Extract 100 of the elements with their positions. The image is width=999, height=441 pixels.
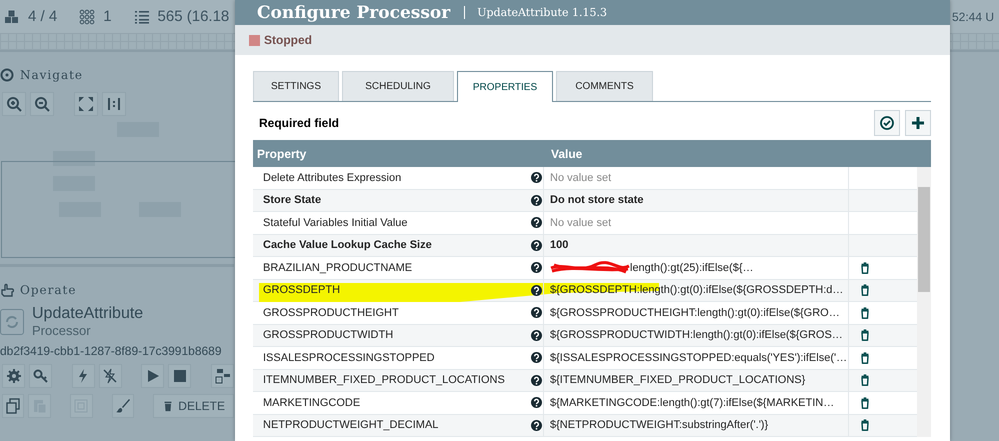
trash-icon[interactable]	[859, 373, 871, 388]
brush-icon	[114, 398, 131, 414]
trash-icon[interactable]	[859, 418, 871, 432]
template-button[interactable]	[210, 364, 234, 388]
trash-icon[interactable]	[859, 283, 871, 298]
property-name: BRAZILIAN_PRODUCTNAME	[262, 262, 414, 274]
component-type: Processor	[32, 323, 92, 338]
trash-icon[interactable]	[859, 328, 871, 342]
panel-title: Navigate	[20, 68, 84, 82]
table-row[interactable]: BRAZILIAN_PRODUCTNAME length():gt(25):ifElse(${…	[253, 257, 917, 280]
property-value: 100	[550, 239, 568, 252]
color-button[interactable]	[112, 394, 134, 418]
enable-button[interactable]	[72, 364, 95, 388]
property-name: Stateful Variables Initial Value	[262, 216, 409, 229]
processor-icon	[0, 308, 24, 334]
dialog-title: Configure Processor	[257, 2, 450, 22]
template-icon	[214, 368, 230, 384]
component-name: UpdateAttribute	[32, 305, 144, 323]
gear-icon	[6, 368, 22, 384]
scrollbar-track[interactable]	[917, 167, 931, 437]
dialog-subtitle: UpdateAttribute 1.15.3	[464, 6, 607, 19]
actual-size-icon	[106, 96, 122, 112]
zoom-in-button[interactable]	[2, 92, 26, 116]
copy-icon	[5, 398, 22, 414]
fit-button[interactable]	[74, 92, 98, 116]
disable-button[interactable]	[98, 364, 122, 388]
trash-icon[interactable]	[859, 350, 871, 365]
property-value: ${ITEMNUMBER_FIXED_PRODUCT_LOCATIONS}	[550, 374, 806, 386]
component-id: db2f3419-cbb1-1287-8f89-17c3991b8689	[0, 343, 223, 358]
property-name: GROSSPRODUCTHEIGHT	[262, 306, 400, 319]
table-row[interactable]: NETPRODUCTWEIGHT_DECIMAL ${NETPRODUCTWEIGHT:substringAfter('.')}	[253, 414, 917, 437]
check-circle-icon	[879, 115, 895, 131]
table-row[interactable]: Store State Do not store state	[253, 190, 917, 212]
property-value: ${ISSALESPROCESSINGSTOPPED:equals('YES'):ifElse('…	[550, 352, 848, 364]
zoom-out-button[interactable]	[30, 92, 54, 116]
tab[interactable]: COMMENTS	[556, 71, 653, 101]
stop-icon	[172, 368, 188, 384]
help-icon	[530, 420, 542, 431]
help-icon	[530, 262, 542, 274]
compass-icon	[0, 68, 14, 82]
verify-button[interactable]	[874, 110, 900, 136]
help-icon	[530, 330, 542, 341]
required-field-label: Required field	[258, 116, 340, 130]
actual-size-button[interactable]	[102, 92, 126, 116]
table-row[interactable]: Cache Value Lookup Cache Size 100	[253, 234, 917, 257]
help-icon	[530, 284, 542, 296]
toolbar-stat: 4 / 4	[28, 8, 58, 25]
column-header: Value	[550, 146, 582, 160]
start-button[interactable]	[141, 364, 164, 388]
property-value: ${GROSSPRODUCTHEIGHT:length():gt(0):ifElse(${GRO…	[550, 306, 840, 319]
table-row[interactable]: ITEMNUMBER_FIXED_PRODUCT_LOCATIONS ${ITEMNUMBER_FIXED_PRODUCT_LOCATIONS}	[253, 370, 917, 392]
fit-icon	[78, 96, 94, 112]
trash-icon[interactable]	[859, 260, 871, 275]
clock-text: 52:44 U	[952, 10, 994, 24]
table-row[interactable]: Stateful Variables Initial Value No value set	[253, 212, 917, 234]
plus-icon	[910, 115, 926, 131]
table-row[interactable]: ISSALESPROCESSINGSTOPPED ${ISSALESPROCESSINGSTOPPED:equals('YES'):ifElse('…	[253, 347, 917, 370]
column-header: Property	[256, 146, 308, 160]
table-row[interactable]: GROSSPRODUCTWIDTH ${GROSSPRODUCTWIDTH:length():gt(0):ifElse(${GROS…	[253, 324, 917, 347]
stop-button[interactable]	[168, 364, 192, 388]
trash-icon[interactable]	[859, 306, 871, 320]
zoom-in-icon	[6, 96, 22, 112]
no-value-placeholder: No value set	[550, 216, 612, 229]
configure-button[interactable]	[2, 364, 26, 388]
dots-grid-icon	[79, 8, 96, 24]
table-row[interactable]: GROSSPRODUCTHEIGHT ${GROSSPRODUCTHEIGHT:length():gt(0):ifElse(${GRO…	[253, 302, 917, 324]
zoom-out-icon	[34, 96, 50, 112]
copy-button[interactable]	[2, 394, 24, 418]
property-value: length():gt(25):ifElse(${…	[630, 262, 754, 274]
property-name: NETPRODUCTWEIGHT_DECIMAL	[262, 419, 440, 432]
stopped-icon	[249, 34, 260, 46]
lightning-crossed-icon	[102, 368, 118, 384]
tab[interactable]: SCHEDULING	[342, 71, 454, 101]
panel-title: Operate	[20, 283, 76, 297]
access-button[interactable]	[29, 364, 52, 388]
tab[interactable]: SETTINGS	[253, 71, 339, 101]
cubes-icon	[4, 8, 20, 24]
toolbar-stat: 1	[103, 8, 112, 25]
property-name: ITEMNUMBER_FIXED_PRODUCT_LOCATIONS	[262, 374, 506, 386]
property-name: GROSSDEPTH	[262, 284, 342, 296]
delete-button[interactable]: DELETE	[153, 394, 234, 418]
help-icon	[530, 194, 542, 206]
scrollbar-thumb[interactable]	[918, 187, 930, 292]
status-text: Stopped	[264, 33, 312, 47]
help-icon	[530, 307, 542, 318]
help-icon	[530, 172, 542, 184]
no-value-placeholder: No value set	[550, 172, 612, 184]
add-property-button[interactable]	[905, 110, 931, 136]
property-value: ${NETPRODUCTWEIGHT:substringAfter('.')}	[550, 419, 768, 432]
trash-icon[interactable]	[859, 396, 871, 410]
table-row[interactable]: MARKETINGCODE ${MARKETINGCODE:length():gt(7):ifElse(${MARKETIN…	[253, 392, 917, 414]
help-icon	[530, 240, 542, 251]
property-value: ${MARKETINGCODE:length():gt(7):ifElse(${MARKETIN…	[550, 396, 834, 409]
trash-icon	[162, 399, 174, 413]
property-name: ISSALESPROCESSINGSTOPPED	[262, 352, 436, 364]
tab[interactable]: PROPERTIES	[457, 71, 553, 102]
table-row[interactable]: Delete Attributes Expression No value set	[253, 167, 917, 190]
property-name: GROSSPRODUCTWIDTH	[262, 329, 394, 342]
help-icon	[530, 374, 542, 386]
help-icon	[530, 217, 542, 228]
